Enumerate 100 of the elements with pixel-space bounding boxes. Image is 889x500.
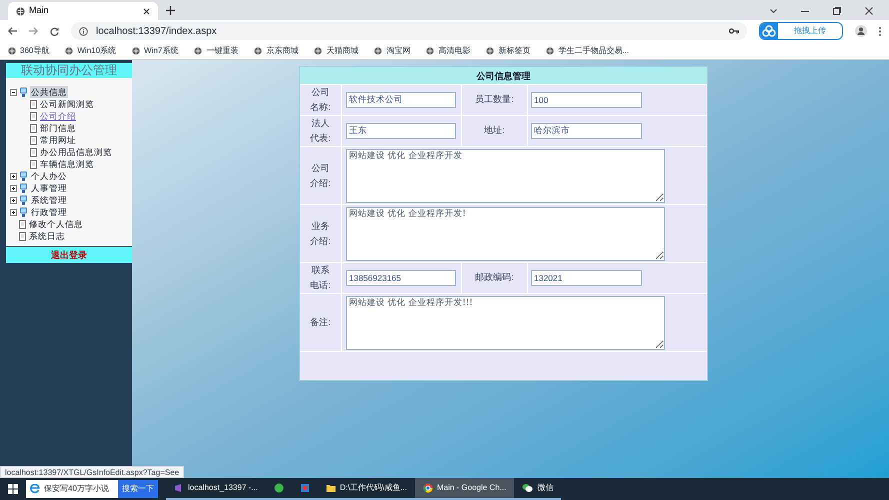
text-area[interactable]: 网站建设 优化 企业程序开发	[346, 148, 665, 202]
expand-icon[interactable]	[10, 184, 17, 192]
document-icon	[19, 220, 26, 228]
tree-item[interactable]: 系统日志	[29, 230, 65, 242]
field-label: 员工数量:	[462, 85, 528, 115]
folder-icon	[326, 483, 336, 493]
tab-search-icon[interactable]	[770, 9, 777, 13]
expand-icon[interactable]	[10, 196, 17, 204]
bookmark[interactable]: 一键重装	[194, 44, 238, 56]
info-icon	[79, 26, 88, 36]
computer-icon	[19, 170, 28, 182]
text-input[interactable]: 王东	[346, 123, 456, 139]
minimize-icon[interactable]	[801, 10, 809, 12]
taskbar-app[interactable]: D:\工作代码\咸鱼...	[318, 478, 415, 500]
tree-item[interactable]: 人事管理	[30, 182, 68, 194]
address-bar[interactable]: localhost:13397/index.aspx	[71, 22, 747, 40]
tree-item[interactable]: 修改个人信息	[29, 218, 83, 230]
tree-item[interactable]: 车辆信息浏览	[40, 158, 94, 170]
app-icon	[274, 483, 284, 493]
text-input[interactable]: 软件技术公司	[346, 92, 456, 108]
bookmark[interactable]: 新标签页	[486, 44, 530, 56]
field-label: 公司名称:	[300, 85, 342, 115]
document-icon	[30, 148, 37, 156]
text-input[interactable]: 132021	[531, 270, 642, 286]
document-icon	[30, 136, 37, 144]
tree-item[interactable]: 常用网址	[40, 134, 76, 146]
field-label: 地址:	[462, 116, 528, 146]
back-icon[interactable]	[8, 27, 17, 35]
bookmark[interactable]: 天猫商城	[314, 44, 358, 56]
text-area[interactable]: 网站建设 优化 企业程序开发!!!	[346, 296, 665, 350]
field-label: 邮政编码:	[462, 263, 528, 293]
text-area[interactable]: 网站建设 优化 企业程序开发!	[346, 206, 665, 260]
app-icon	[174, 483, 184, 493]
status-url: localhost:13397/XTGL/GsInfoEdit.aspx?Tag=See	[0, 466, 184, 478]
profile-icon[interactable]	[855, 25, 867, 37]
sidebar-title: 联动协同办公管理	[6, 63, 132, 78]
field-label: 备注:	[300, 294, 342, 351]
computer-icon	[19, 86, 28, 98]
globe-icon	[65, 46, 74, 54]
tab-title: Main	[29, 4, 50, 18]
tree-item[interactable]: 办公用品信息浏览	[40, 146, 112, 158]
computer-icon	[19, 182, 28, 194]
close-icon[interactable]	[865, 7, 873, 15]
globe-icon	[8, 46, 16, 54]
form-title: 公司信息管理	[300, 67, 707, 85]
taskbar-app[interactable]: Main - Google Ch...	[414, 478, 514, 500]
expand-icon[interactable]	[10, 172, 17, 180]
search-button[interactable]: 搜索一下	[118, 480, 158, 498]
url-text: localhost:13397/index.aspx	[96, 24, 217, 38]
reload-icon[interactable]	[50, 26, 59, 36]
computer-icon	[19, 194, 28, 206]
forward-icon[interactable]	[29, 27, 38, 35]
tree-item[interactable]: 个人办公	[30, 170, 68, 182]
bookmark[interactable]: 淘宝网	[374, 44, 410, 56]
text-input[interactable]: 哈尔滨市	[531, 123, 642, 139]
text-input[interactable]: 100	[531, 92, 642, 108]
bookmark[interactable]: 高清电影	[426, 44, 470, 56]
chat-icon	[522, 483, 534, 493]
globe-icon	[546, 46, 554, 54]
field-label: 联系电话:	[300, 263, 342, 293]
field-label: 公司介绍:	[300, 147, 342, 204]
browser-tab[interactable]: Main	[8, 2, 158, 20]
bookmark[interactable]: 360导航	[8, 44, 50, 56]
document-icon	[30, 100, 37, 108]
collapse-icon[interactable]	[10, 88, 17, 96]
globe-icon	[486, 46, 494, 54]
windows-icon[interactable]	[8, 484, 18, 494]
tree-item[interactable]: 部门信息	[40, 122, 76, 134]
taskbar-app[interactable]: localhost_13397 -...	[166, 478, 266, 500]
taskbar-app[interactable]: 微信	[514, 478, 562, 500]
logout-button[interactable]: 退出登录	[6, 246, 132, 263]
document-icon	[30, 112, 37, 120]
bookmark[interactable]: 京东商城	[254, 44, 298, 56]
bookmark[interactable]: Win10系统	[65, 44, 116, 56]
upload-extension-button[interactable]: 拖拽上传	[759, 22, 843, 40]
globe-icon	[426, 46, 434, 54]
chrome-icon	[422, 483, 433, 493]
tree-item[interactable]: 行政管理	[30, 206, 68, 218]
globe-icon	[374, 46, 382, 54]
new-tab-icon[interactable]	[166, 6, 175, 15]
bookmark[interactable]: Win7系统	[132, 44, 178, 56]
text-input[interactable]: 13856923165	[346, 270, 456, 286]
globe-icon	[16, 6, 25, 16]
tree-item[interactable]: 公司介绍	[40, 110, 76, 122]
globe-icon	[194, 46, 202, 54]
tree-item[interactable]: 公共信息	[30, 86, 68, 98]
globe-icon	[254, 46, 262, 54]
tree-item[interactable]: 系统管理	[30, 194, 68, 206]
restore-icon[interactable]	[833, 7, 841, 15]
key-icon[interactable]	[729, 28, 739, 34]
document-icon	[30, 124, 37, 132]
taskbar-search-field[interactable]: 保安写40万字小说	[26, 480, 118, 498]
computer-icon	[19, 206, 28, 218]
document-icon	[30, 160, 37, 168]
document-icon	[19, 232, 26, 240]
bookmark[interactable]: 学生二手物品交易...	[546, 44, 629, 56]
field-label: 法人代表:	[300, 116, 342, 146]
expand-icon[interactable]	[10, 208, 17, 216]
tree-item[interactable]: 公司新闻浏览	[40, 98, 94, 110]
tab-close-icon[interactable]	[143, 8, 150, 14]
